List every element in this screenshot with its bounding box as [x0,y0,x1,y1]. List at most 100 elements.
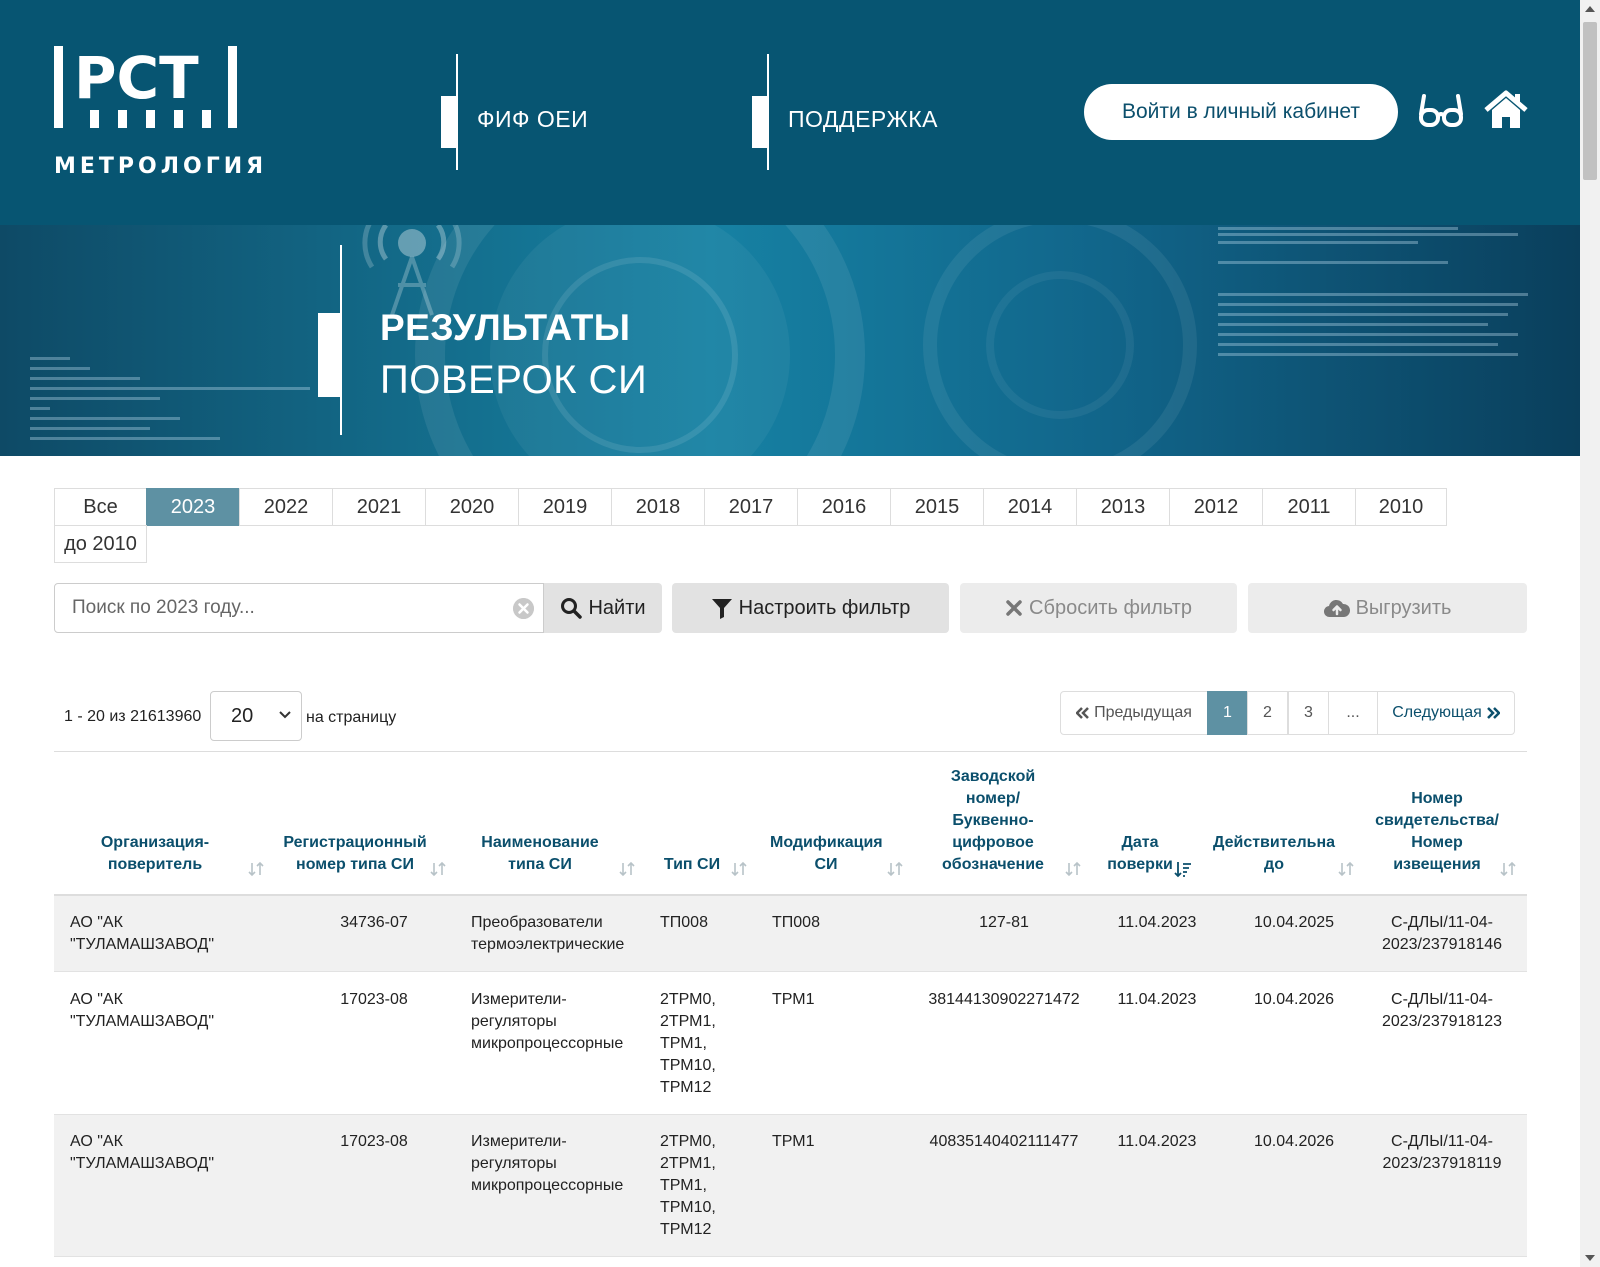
sort-descending-icon[interactable] [1174,860,1192,878]
close-icon [1006,600,1022,616]
export-button[interactable]: Выгрузить [1248,583,1527,633]
year-tab-2012[interactable]: 2012 [1169,488,1263,526]
year-tab-2023[interactable]: 2023 [146,488,240,526]
year-tab-2010[interactable]: 2010 [1355,488,1447,526]
column-header-valid-to[interactable]: Действительна до [1212,832,1336,876]
table-row[interactable]: АО "АК "ТУЛАМАШЗАВОД" 17023-08 Измерител… [54,973,1527,1115]
cell-org: АО "АК "ТУЛАМАШЗАВОД" [70,1133,215,1172]
column-header-serial[interactable]: Заводской номер/ Буквенно-цифровое обозн… [932,766,1054,876]
year-tab-2016[interactable]: 2016 [797,488,891,526]
nav-marker [752,96,769,148]
next-page-label: Следующая [1392,704,1482,721]
configure-filter-button[interactable]: Настроить фильтр [672,583,949,633]
cell-modification: ТРМ1 [772,1133,815,1150]
cell-valid-to: 10.04.2026 [1253,1133,1335,1150]
logo-mark-icon: РСТ [54,44,237,128]
per-page-select[interactable]: 20 [210,691,302,741]
export-label: Выгрузить [1355,596,1452,619]
configure-filter-label: Настроить фильтр [738,596,911,619]
double-chevron-left-icon [1076,707,1089,719]
find-button-label: Найти [588,596,646,619]
year-tab-all[interactable]: Все [54,488,147,526]
column-header-type[interactable]: Тип СИ [660,854,724,876]
cloud-upload-icon [1323,599,1350,618]
table-row[interactable]: АО "АК "ТУЛАМАШЗАВОД" 17023-08 Измерител… [54,1115,1527,1257]
logo[interactable]: РСТ МЕТРОЛОГИЯ [54,44,263,179]
nav-item-fif-oei[interactable]: ФИФ ОЕИ [441,54,641,170]
year-tab-2021[interactable]: 2021 [332,488,426,526]
banner-marker [318,313,341,397]
year-tab-2020[interactable]: 2020 [425,488,519,526]
cell-modification: ТРМ1 [772,991,815,1008]
sort-icon[interactable] [429,860,447,878]
filter-icon [711,599,732,619]
next-page-button[interactable]: Следующая [1377,691,1515,735]
scrollbar-thumb[interactable] [1583,22,1597,180]
home-icon[interactable] [1484,90,1528,130]
year-tab-2015[interactable]: 2015 [890,488,984,526]
sort-icon[interactable] [1064,860,1082,878]
cell-serial: 40835140402111477 [929,1133,1079,1150]
prev-page-button[interactable]: Предыдущая [1060,691,1208,735]
nav-marker [441,96,458,148]
sort-icon[interactable] [247,860,265,878]
nav-label-fif-oei[interactable]: ФИФ ОЕИ [477,106,588,133]
year-tab-2019[interactable]: 2019 [518,488,612,526]
page-1-button[interactable]: 1 [1207,691,1248,735]
scroll-down-arrow-icon[interactable] [1585,1255,1595,1261]
prev-page-label: Предыдущая [1094,704,1192,721]
find-button[interactable]: Найти [544,583,662,633]
page-scrollbar[interactable] [1580,0,1600,1267]
cell-date: 11.04.2023 [1117,914,1197,931]
sort-icon[interactable] [1337,860,1355,878]
column-header-modification[interactable]: Модификация СИ [770,832,883,876]
nav-label-support[interactable]: ПОДДЕРЖКА [788,106,938,133]
cell-org: АО "АК "ТУЛАМАШЗАВОД" [70,914,215,953]
cell-certificate: С-ДЛЫ/11-04-2023/237918119 [1382,1133,1502,1172]
page-3-button[interactable]: 3 [1288,691,1329,735]
cell-reg-number: 17023-08 [340,1133,408,1150]
cell-serial: 38144130902271472 [928,991,1080,1008]
cell-org: АО "АК "ТУЛАМАШЗАВОД" [70,991,215,1030]
table-top-border [54,751,1527,752]
sort-icon[interactable] [730,860,748,878]
year-tab-before-2010[interactable]: до 2010 [54,525,147,563]
column-header-type-name[interactable]: Наименование типа СИ [480,832,600,876]
year-tab-2013[interactable]: 2013 [1076,488,1170,526]
year-tab-2018[interactable]: 2018 [611,488,705,526]
sort-icon[interactable] [618,860,636,878]
column-header-org[interactable]: Организация-поверитель [90,832,220,876]
year-tab-2022[interactable]: 2022 [239,488,333,526]
cell-valid-to: 10.04.2025 [1253,914,1335,931]
year-tab-2017[interactable]: 2017 [704,488,798,526]
search-icon [561,598,583,619]
cell-type: 2ТРМ0, 2ТРМ1, ТРМ1, ТРМ10, ТРМ12 [660,1133,716,1238]
table-row[interactable]: АО "АК "ТУЛАМАШЗАВОД" 34736-07 Преобразо… [54,896,1527,972]
cell-certificate: С-ДЛЫ/11-04-2023/237918146 [1381,914,1503,953]
column-header-reg-number[interactable]: Регистрационный номер типа СИ [280,832,430,876]
reset-filter-button[interactable]: Сбросить фильтр [960,583,1237,633]
search-input[interactable] [55,584,511,632]
sort-icon[interactable] [1499,860,1517,878]
results-range: 1 - 20 из 21613960 [64,708,202,725]
column-header-certificate[interactable]: Номер свидетельства/ Номер извещения [1372,788,1502,876]
nav-item-support[interactable]: ПОДДЕРЖКА [752,54,982,170]
scroll-up-arrow-icon[interactable] [1585,6,1595,12]
login-button[interactable]: Войти в личный кабинет [1084,84,1398,140]
per-page-value: 20 [231,704,254,727]
column-header-date[interactable]: Дата поверки [1100,832,1180,876]
year-tab-2014[interactable]: 2014 [983,488,1077,526]
cell-type: ТП008 [660,914,708,931]
chevron-down-icon [279,711,291,719]
glasses-icon[interactable] [1418,92,1464,130]
logo-subtitle: МЕТРОЛОГИЯ [54,154,268,179]
clear-search-icon[interactable] [513,598,534,619]
search-box [54,583,544,633]
year-tab-2011[interactable]: 2011 [1262,488,1356,526]
double-chevron-right-icon [1486,707,1500,719]
sort-icon[interactable] [886,860,904,878]
page-ellipsis: ... [1328,691,1378,735]
page-2-button[interactable]: 2 [1247,691,1288,735]
cell-type: 2ТРМ0, 2ТРМ1, ТРМ1, ТРМ10, ТРМ12 [660,991,716,1096]
reset-filter-label: Сбросить фильтр [1029,596,1192,619]
